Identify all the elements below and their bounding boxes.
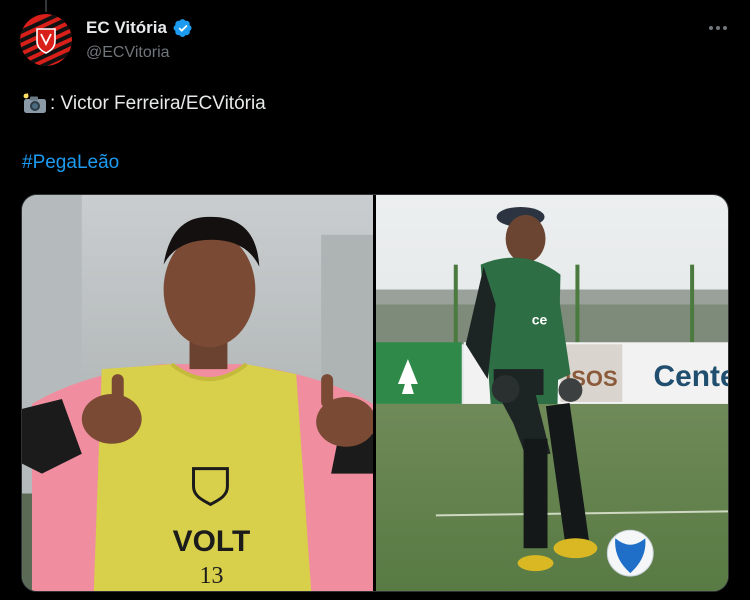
player-photo: VOLT 13 xyxy=(22,195,373,591)
camera-flash-icon xyxy=(23,93,46,113)
photo-credit-text: : Victor Ferreira/ECVitória xyxy=(50,93,266,114)
hashtag-link[interactable]: #PegaLeão xyxy=(22,152,119,174)
more-dot-icon xyxy=(709,26,713,30)
more-options-button[interactable] xyxy=(706,18,730,38)
author-display-name[interactable]: EC Vitória xyxy=(86,18,167,38)
photo-player-thumbs-up[interactable]: VOLT 13 xyxy=(22,195,373,591)
board-text: Cente xyxy=(654,360,728,393)
more-dot-icon xyxy=(723,26,727,30)
bib-number-text: 13 xyxy=(200,563,224,589)
more-dot-icon xyxy=(716,26,720,30)
author-name-row[interactable]: EC Vitória xyxy=(86,18,193,38)
jersey-sponsor-text: ce xyxy=(532,311,548,327)
bib-brand-text: VOLT xyxy=(173,525,251,558)
avatar[interactable] xyxy=(20,14,72,66)
media-grid: VOLT 13 ISOS Cent ce xyxy=(21,194,729,592)
goalkeeper-photo: ISOS Cente ce xyxy=(376,195,728,591)
author-handle[interactable]: @ECVitoria xyxy=(86,44,170,62)
post-text: : Victor Ferreira/ECVitória xyxy=(22,93,266,115)
club-crest-icon xyxy=(20,14,72,66)
photo-goalkeeper-with-ball[interactable]: ISOS Cente ce xyxy=(376,195,728,591)
thread-connector-line xyxy=(45,0,47,12)
verified-badge-icon xyxy=(173,18,193,38)
